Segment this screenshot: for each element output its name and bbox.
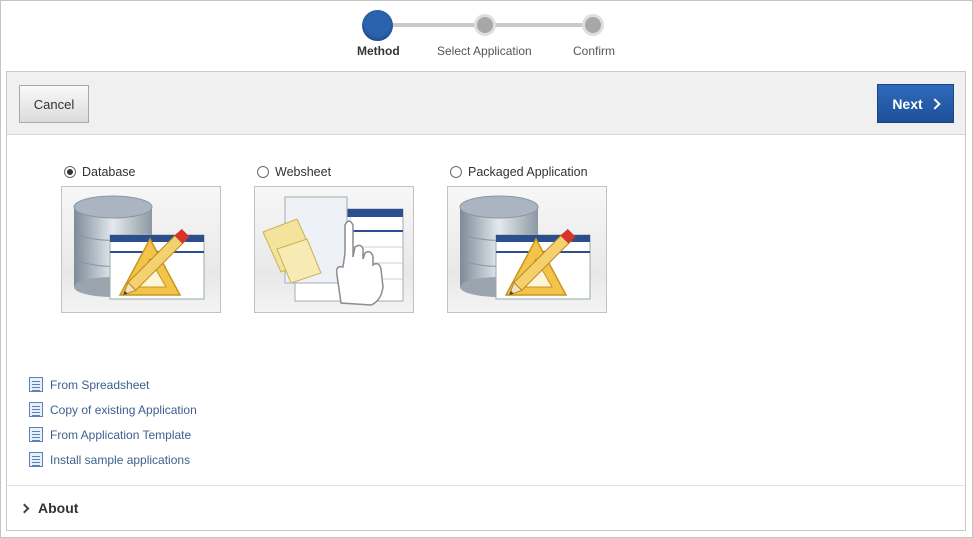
alternate-methods-list: From Spreadsheet Copy of existing Applic… <box>29 372 197 472</box>
chevron-right-icon <box>929 97 941 110</box>
method-label-database: Database <box>82 165 136 179</box>
document-icon <box>29 377 43 392</box>
radio-database[interactable] <box>64 166 76 178</box>
wizard-step-confirm-dot <box>582 14 604 36</box>
link-install-sample-applications[interactable]: Install sample applications <box>29 447 197 472</box>
websheet-hand-icon[interactable] <box>254 186 414 313</box>
method-option-packaged-application[interactable]: Packaged Application <box>447 162 609 313</box>
packaged-database-pencil-icon[interactable] <box>447 186 607 313</box>
wizard-step-select-application-dot <box>474 14 496 36</box>
radio-packaged-application[interactable] <box>450 166 462 178</box>
document-icon <box>29 452 43 467</box>
next-button[interactable]: Next <box>877 84 954 123</box>
cancel-button[interactable]: Cancel <box>19 85 89 123</box>
document-icon <box>29 402 43 417</box>
wizard-connector <box>486 23 594 27</box>
method-option-database[interactable]: Database <box>61 162 223 313</box>
wizard-step-confirm-label: Confirm <box>573 44 616 58</box>
chevron-right-icon <box>19 503 30 513</box>
main-panel: Cancel Next Database Websheet Packaged A… <box>6 71 966 531</box>
link-label[interactable]: Install sample applications <box>50 453 190 467</box>
method-label-packaged-application: Packaged Application <box>468 165 588 179</box>
wizard-connector <box>378 23 486 27</box>
link-label[interactable]: Copy of existing Application <box>50 403 197 417</box>
link-label[interactable]: From Spreadsheet <box>50 378 149 392</box>
wizard-step-method-dot <box>362 10 393 41</box>
next-button-label: Next <box>892 95 923 112</box>
radio-websheet[interactable] <box>257 166 269 178</box>
button-bar: Cancel Next <box>7 72 965 135</box>
about-label: About <box>38 500 79 516</box>
link-from-application-template[interactable]: From Application Template <box>29 422 197 447</box>
database-pencil-icon[interactable] <box>61 186 221 313</box>
method-label-websheet: Websheet <box>275 165 332 179</box>
about-section-toggle[interactable]: About <box>7 485 965 530</box>
link-from-spreadsheet[interactable]: From Spreadsheet <box>29 372 197 397</box>
wizard-progress: Method Select Application Confirm <box>0 0 973 70</box>
wizard-step-select-application-label: Select Application <box>437 44 532 58</box>
link-copy-existing-application[interactable]: Copy of existing Application <box>29 397 197 422</box>
wizard-step-method-label: Method <box>357 44 400 58</box>
link-label[interactable]: From Application Template <box>50 428 191 442</box>
document-icon <box>29 427 43 442</box>
method-option-websheet[interactable]: Websheet <box>254 162 416 313</box>
